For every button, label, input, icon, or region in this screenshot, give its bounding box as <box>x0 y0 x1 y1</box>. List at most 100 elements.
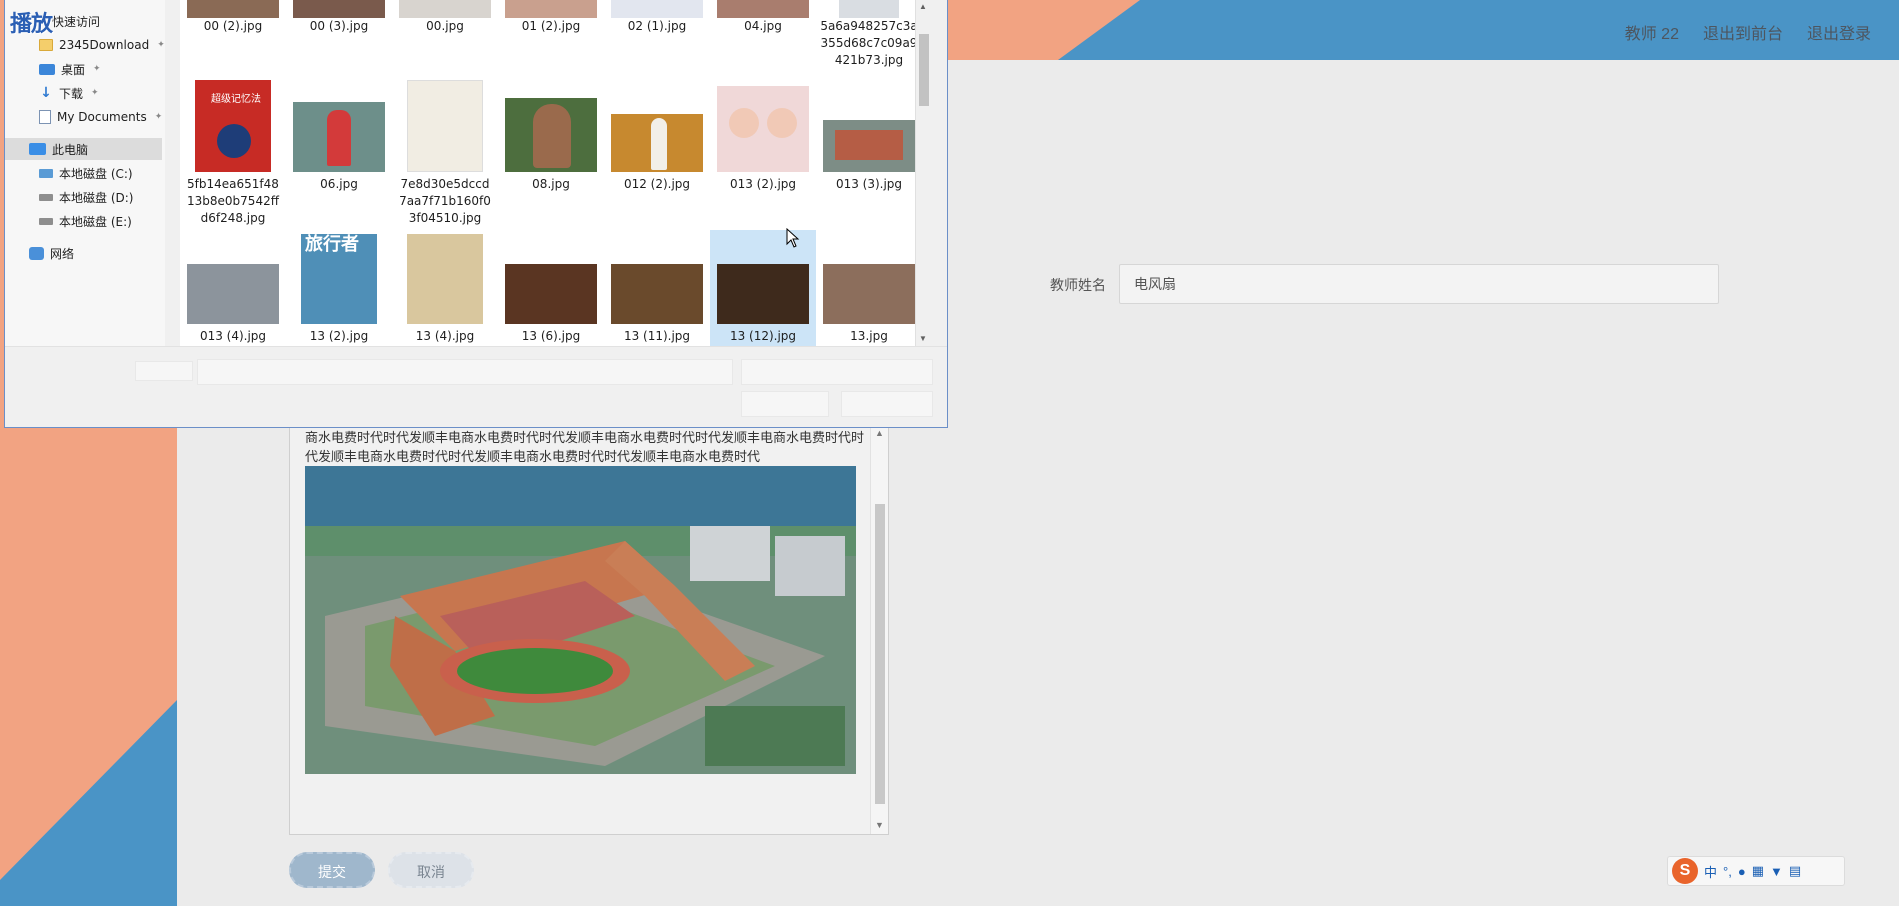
scroll-up-icon[interactable]: ▲ <box>919 2 927 11</box>
nav-drive-c[interactable]: 本地磁盘 (C:) <box>39 162 133 184</box>
rich-text-editor[interactable]: 商水电费时代时代发顺丰电商水电费时代时代发顺丰电商水电费时代时代发顺丰电商水电费… <box>289 423 889 835</box>
navigation-pane: 快速访问 2345Download ✦ 桌面 ✦ ↓ 下载 ✦ My Document… <box>5 0 165 346</box>
file-item[interactable]: 012 (2).jpg <box>604 114 710 193</box>
ime-mode[interactable]: 中 <box>1704 862 1717 881</box>
file-item[interactable]: 013 (4).jpg <box>180 264 286 345</box>
file-item[interactable]: 13 (4).jpg <box>392 234 498 345</box>
file-item[interactable]: 13.jpg <box>816 264 922 345</box>
computer-icon <box>29 143 46 155</box>
file-grid-scroll-thumb[interactable] <box>919 34 929 106</box>
network-icon <box>29 246 44 260</box>
filename-label <box>135 361 193 381</box>
teacher-name-input[interactable]: 电风扇 <box>1119 264 1719 304</box>
file-item[interactable]: 5a6a948257c3a355d68c7c09a9421b73.jpg <box>816 0 922 69</box>
dialog-bottom-bar <box>5 346 947 427</box>
filename-input[interactable] <box>197 359 733 385</box>
editor-scroll-thumb[interactable] <box>875 504 885 804</box>
file-thumbnail <box>611 264 703 324</box>
drive-icon <box>39 193 53 201</box>
nav-item-desktop[interactable]: 桌面 ✦ <box>39 58 101 80</box>
file-thumbnail <box>407 80 483 172</box>
download-icon: ↓ <box>40 85 52 101</box>
skin-icon[interactable]: ▼ <box>1770 864 1783 879</box>
scroll-up-icon[interactable]: ▲ <box>875 428 884 438</box>
dialog-cancel-button[interactable] <box>841 391 933 417</box>
editor-scrollbar[interactable]: ▲ ▼ <box>870 424 888 834</box>
file-item[interactable]: 013 (2).jpg <box>710 86 816 193</box>
editor-text: 商水电费时代时代发顺丰电商水电费时代时代发顺丰电商水电费时代时代发顺丰电商水电费… <box>305 430 865 464</box>
nav-drive-e[interactable]: 本地磁盘 (E:) <box>39 210 132 232</box>
file-item[interactable]: 00.jpg <box>392 0 498 35</box>
document-icon <box>39 110 51 124</box>
nav-logout[interactable]: 退出登录 <box>1807 20 1871 44</box>
file-thumbnail <box>505 98 597 172</box>
file-thumbnail <box>611 114 703 172</box>
file-thumbnail <box>293 0 385 18</box>
nav-teacher-user[interactable]: 教师 22 <box>1625 20 1679 44</box>
file-item[interactable]: 13 (11).jpg <box>604 264 710 345</box>
file-item[interactable]: 01 (2).jpg <box>498 0 604 35</box>
pin-icon: ✦ <box>154 112 163 122</box>
file-thumbnail: 旅行者 <box>301 234 377 324</box>
file-item[interactable]: 超级记忆法 5fb14ea651f4813b8e0b7542ffd6f248.j… <box>180 80 286 227</box>
nav-network[interactable]: 网络 <box>29 242 74 264</box>
overlay-logo: 播放 <box>10 11 53 37</box>
file-item[interactable]: 旅行者 13 (2).jpg <box>286 234 392 345</box>
nav-drive-d[interactable]: 本地磁盘 (D:) <box>39 186 133 208</box>
file-thumbnail <box>717 0 809 18</box>
file-thumbnail: 超级记忆法 <box>195 80 271 172</box>
scroll-down-icon[interactable]: ▼ <box>919 334 927 343</box>
pin-icon: ✦ <box>91 88 99 98</box>
file-item[interactable]: 13 (6).jpg <box>498 264 604 345</box>
sogou-logo-icon: S <box>1672 858 1698 884</box>
nav-exit-frontend[interactable]: 退出到前台 <box>1703 20 1783 44</box>
file-item[interactable]: 08.jpg <box>498 98 604 193</box>
nav-item-downloads[interactable]: ↓ 下载 ✦ <box>39 82 99 104</box>
top-navbar: 教师 22 退出到前台 退出登录 <box>940 0 1899 60</box>
file-grid-scrollbar[interactable]: ▲ ▼ <box>915 0 932 346</box>
nav-item-my-documents[interactable]: My Documents ✦ <box>39 106 162 128</box>
file-thumbnail <box>823 120 915 172</box>
file-thumbnail <box>293 102 385 172</box>
ime-toolbar[interactable]: S 中 °, ● ▦ ▼ ▤ <box>1667 856 1845 886</box>
microphone-icon[interactable]: ● <box>1738 864 1746 879</box>
keyboard-icon[interactable]: ▦ <box>1752 863 1764 879</box>
file-item[interactable]: 06.jpg <box>286 102 392 193</box>
nav-quick-access[interactable]: 快速访问 <box>52 10 100 32</box>
pin-icon: ✦ <box>157 40 165 50</box>
file-item[interactable]: 7e8d30e5dccd7aa7f71b160f03f04510.jpg <box>392 80 498 227</box>
ime-punct[interactable]: °, <box>1723 864 1732 879</box>
file-type-select[interactable] <box>741 359 933 385</box>
file-thumbnail <box>505 0 597 18</box>
drive-icon <box>39 168 53 178</box>
file-thumbnail <box>823 264 915 324</box>
folder-icon <box>39 39 53 51</box>
toolbox-icon[interactable]: ▤ <box>1789 863 1801 879</box>
mouse-cursor-icon <box>786 228 800 248</box>
teacher-name-label: 教师姓名 <box>1050 277 1106 293</box>
pin-icon: ✦ <box>93 64 101 74</box>
file-item[interactable]: 013 (3).jpg <box>816 120 922 193</box>
file-thumbnail <box>839 0 899 18</box>
file-open-dialog: 快速访问 2345Download ✦ 桌面 ✦ ↓ 下载 ✦ My Document… <box>4 0 948 428</box>
file-item-selected[interactable]: 13 (12).jpg <box>710 230 816 346</box>
file-item[interactable]: 00 (3).jpg <box>286 0 392 35</box>
file-item[interactable]: 00 (2).jpg <box>180 0 286 35</box>
file-thumbnail <box>187 264 279 324</box>
school-aerial-image <box>305 466 856 774</box>
nav-this-pc[interactable]: 此电脑 <box>5 138 162 160</box>
nav-item-2345download[interactable]: 2345Download ✦ <box>39 34 165 56</box>
open-button[interactable] <box>741 391 829 417</box>
file-thumbnail <box>399 0 491 18</box>
cancel-button[interactable]: 取消 <box>388 852 474 888</box>
file-thumbnail <box>505 264 597 324</box>
file-thumbnail <box>611 0 703 18</box>
file-thumbnail <box>187 0 279 18</box>
file-thumbnail <box>717 86 809 172</box>
submit-button[interactable]: 提交 <box>289 852 375 888</box>
file-item[interactable]: 04.jpg <box>710 0 816 35</box>
file-item[interactable]: 02 (1).jpg <box>604 0 710 35</box>
scroll-down-icon[interactable]: ▼ <box>875 820 884 830</box>
file-thumbnail <box>407 234 483 324</box>
header-nav: 教师 22 退出到前台 退出登录 <box>1625 20 1871 44</box>
